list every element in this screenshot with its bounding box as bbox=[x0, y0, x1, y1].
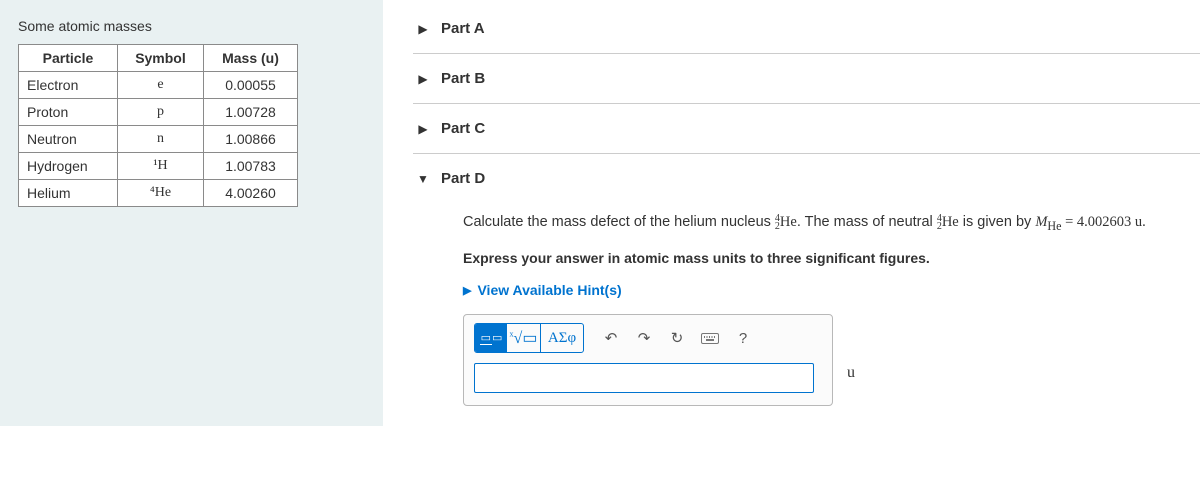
help-button[interactable]: ? bbox=[728, 324, 758, 352]
reset-button[interactable]: ↻ bbox=[662, 324, 692, 352]
mass-table: Particle Symbol Mass (u) Electron e 0.00… bbox=[18, 44, 298, 207]
answer-widget: ▭▭ x√▭ ΑΣφ ↶ ↷ ↻ ? bbox=[463, 314, 833, 406]
table-row: Neutron n 1.00866 bbox=[19, 126, 298, 153]
keyboard-icon bbox=[701, 333, 719, 344]
part-d-body: Calculate the mass defect of the helium … bbox=[413, 197, 1200, 416]
part-c-label: Part C bbox=[441, 120, 485, 137]
table-row: Helium ⁴He 4.00260 bbox=[19, 180, 298, 207]
hints-label: View Available Hint(s) bbox=[477, 282, 621, 298]
equation-toolbar: ▭▭ x√▭ ΑΣφ ↶ ↷ ↻ ? bbox=[474, 323, 822, 353]
help-icon: ? bbox=[739, 330, 747, 347]
table-row: Hydrogen ¹H 1.00783 bbox=[19, 153, 298, 180]
chevron-right-icon: ▶ bbox=[413, 122, 433, 136]
col-mass: Mass (u) bbox=[204, 45, 298, 72]
fraction-icon: ▭▭ bbox=[480, 333, 503, 344]
part-b-label: Part B bbox=[441, 70, 485, 87]
part-d-label: Part D bbox=[441, 170, 485, 187]
chevron-right-icon: ▶ bbox=[413, 72, 433, 86]
col-symbol: Symbol bbox=[117, 45, 203, 72]
answer-input[interactable] bbox=[474, 363, 814, 393]
unit-label: u bbox=[847, 364, 855, 382]
table-title: Some atomic masses bbox=[18, 18, 365, 34]
redo-button[interactable]: ↷ bbox=[629, 324, 659, 352]
table-row: Electron e 0.00055 bbox=[19, 72, 298, 99]
reference-panel: Some atomic masses Particle Symbol Mass … bbox=[0, 0, 383, 426]
part-c-header[interactable]: ▶ Part C bbox=[413, 110, 1200, 147]
answer-instructions: Express your answer in atomic mass units… bbox=[463, 250, 1180, 266]
sqrt-button[interactable]: x√▭ bbox=[507, 324, 541, 352]
col-particle: Particle bbox=[19, 45, 118, 72]
part-a-label: Part A bbox=[441, 20, 485, 37]
view-hints-button[interactable]: ▶ View Available Hint(s) bbox=[463, 282, 1180, 298]
question-panel: ▶ Part A ▶ Part B ▶ Part C ▼ Part D Calc… bbox=[383, 0, 1200, 426]
reset-icon: ↻ bbox=[671, 329, 684, 347]
templates-button[interactable]: ▭▭ bbox=[475, 324, 507, 352]
divider bbox=[413, 53, 1200, 54]
undo-icon: ↶ bbox=[605, 329, 618, 347]
chevron-right-icon: ▶ bbox=[463, 284, 471, 297]
greek-button[interactable]: ΑΣφ bbox=[541, 324, 583, 352]
chevron-down-icon: ▼ bbox=[413, 172, 433, 186]
chevron-right-icon: ▶ bbox=[413, 22, 433, 36]
template-group: ▭▭ x√▭ ΑΣφ bbox=[474, 323, 584, 353]
sqrt-icon: x√▭ bbox=[510, 328, 538, 348]
keyboard-button[interactable] bbox=[695, 324, 725, 352]
divider bbox=[413, 103, 1200, 104]
part-d-header[interactable]: ▼ Part D bbox=[413, 160, 1200, 197]
table-row: Proton p 1.00728 bbox=[19, 99, 298, 126]
redo-icon: ↷ bbox=[638, 329, 651, 347]
undo-button[interactable]: ↶ bbox=[596, 324, 626, 352]
part-b-header[interactable]: ▶ Part B bbox=[413, 60, 1200, 97]
part-a-header[interactable]: ▶ Part A bbox=[413, 10, 1200, 47]
divider bbox=[413, 153, 1200, 154]
question-text: Calculate the mass defect of the helium … bbox=[463, 211, 1180, 236]
